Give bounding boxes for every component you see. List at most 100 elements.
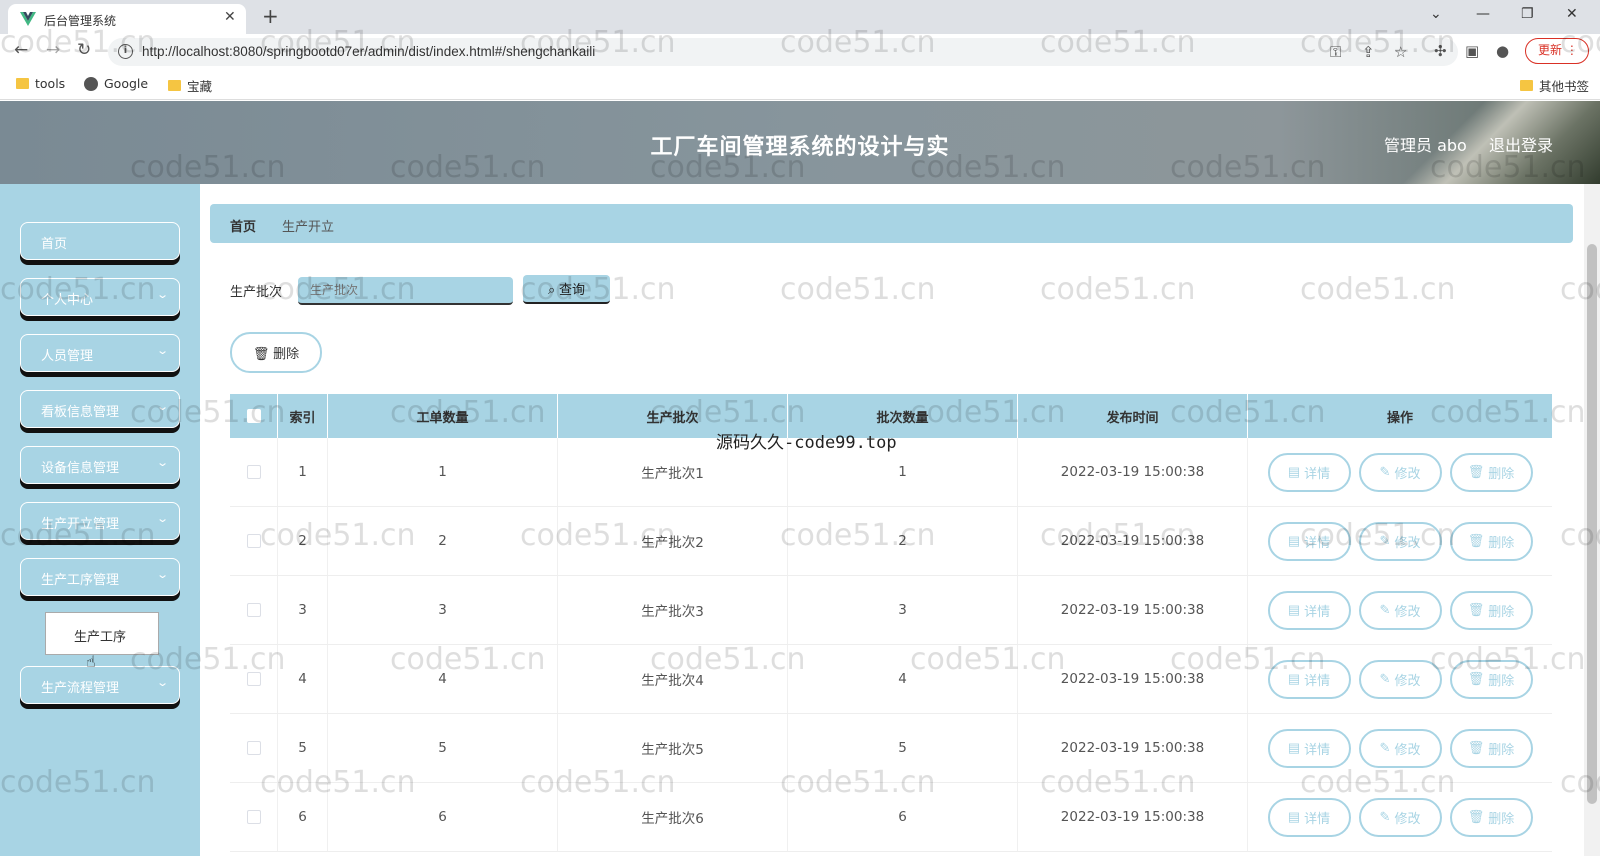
mouse-cursor-icon: ☝: [86, 652, 96, 671]
sidebar-item-equipment[interactable]: 设备信息管理 ⌄: [20, 446, 180, 484]
actions-cell: ▤ 详情 ✎ 修改 🗑 删除: [1248, 714, 1552, 782]
menu-label: 生产流程管理: [41, 681, 120, 696]
sidebar-item-process[interactable]: 生产工序管理 ⌄: [20, 558, 180, 596]
work-orders-cell: 5: [328, 714, 558, 782]
column-header: 操作: [1386, 410, 1413, 426]
restore-icon[interactable]: ❐: [1521, 6, 1534, 22]
extensions-icon[interactable]: ✣: [1434, 42, 1447, 60]
row-checkbox[interactable]: [246, 810, 261, 824]
row-checkbox[interactable]: [246, 465, 261, 479]
detail-button[interactable]: ▤ 详情: [1267, 797, 1351, 837]
reload-icon[interactable]: ↻: [77, 40, 91, 60]
tab-search-icon[interactable]: ⌄: [1430, 6, 1442, 22]
back-icon[interactable]: ←: [14, 40, 28, 60]
forward-icon[interactable]: →: [46, 40, 60, 60]
row-delete-button[interactable]: 🗑 删除: [1449, 728, 1533, 768]
bookmark-tools[interactable]: tools: [16, 76, 65, 91]
row-delete-button[interactable]: 🗑 删除: [1449, 797, 1533, 837]
menu-label: 首页: [41, 237, 68, 252]
batch-cell: 生产批次6: [558, 783, 788, 851]
pencil-icon: ✎: [1379, 533, 1391, 548]
chevron-down-icon: ⌄: [155, 344, 169, 357]
edit-button[interactable]: ✎ 修改: [1358, 797, 1442, 837]
update-button[interactable]: 更新 ⋮: [1525, 38, 1589, 64]
row-delete-button[interactable]: 🗑 删除: [1449, 590, 1533, 630]
share-icon[interactable]: ⇪: [1362, 43, 1375, 61]
address-bar[interactable]: i http://localhost:8080/springbootd07er/…: [108, 38, 1458, 66]
delete-button-label: 删除: [273, 346, 300, 361]
sidebar-item-flow[interactable]: 生产流程管理 ⌄: [20, 666, 180, 704]
logout-link[interactable]: 退出登录: [1489, 132, 1553, 156]
detail-label: 详情: [1304, 603, 1331, 619]
other-bookmarks[interactable]: 其他书签: [1520, 76, 1589, 95]
breadcrumb-home[interactable]: 首页: [230, 216, 256, 235]
detail-label: 详情: [1304, 810, 1331, 826]
sidebar-item-production-open[interactable]: 生产开立管理 ⌄: [20, 502, 180, 540]
row-checkbox[interactable]: [246, 741, 261, 755]
new-tab-icon[interactable]: +: [262, 4, 279, 28]
url-text[interactable]: http://localhost:8080/springbootd07er/ad…: [142, 44, 595, 59]
index-cell: 2: [278, 507, 328, 575]
row-select-cell: [230, 714, 278, 782]
browser-tab-bar: 后台管理系统 ✕ + ⌄ — ❐ ✕: [0, 0, 1600, 34]
publish-time-cell: 2022-03-19 15:00:38: [1018, 714, 1248, 782]
breadcrumb: 首页 生产开立: [210, 204, 1573, 243]
edit-button[interactable]: ✎ 修改: [1358, 659, 1442, 699]
close-window-icon[interactable]: ✕: [1566, 6, 1578, 22]
row-checkbox[interactable]: [246, 603, 261, 617]
tab-close-icon[interactable]: ✕: [224, 9, 236, 25]
row-checkbox[interactable]: [246, 672, 261, 686]
sidebar-item-home[interactable]: 首页: [20, 222, 180, 260]
search-button[interactable]: ⌕ 查询: [523, 275, 610, 304]
detail-button[interactable]: ▤ 详情: [1267, 728, 1351, 768]
batch-delete-button[interactable]: 🗑 删除: [230, 332, 322, 373]
sidebar-item-personnel[interactable]: 人员管理 ⌄: [20, 334, 180, 372]
row-delete-button[interactable]: 🗑 删除: [1449, 659, 1533, 699]
detail-button[interactable]: ▤ 详情: [1267, 452, 1351, 492]
key-icon[interactable]: ⚿: [1330, 43, 1341, 61]
batch-search-input[interactable]: [298, 277, 513, 305]
actions-cell: ▤ 详情 ✎ 修改 🗑 删除: [1248, 507, 1552, 575]
row-checkbox[interactable]: [246, 534, 261, 548]
submenu-process[interactable]: 生产工序: [45, 612, 159, 655]
page-scrollbar[interactable]: [1584, 184, 1600, 856]
row-select-cell: [230, 783, 278, 851]
sidebar-item-profile[interactable]: 个人中心 ⌄: [20, 278, 180, 316]
sidebar-item-kanban[interactable]: 看板信息管理 ⌄: [20, 390, 180, 428]
bookmark-google[interactable]: Google: [84, 76, 148, 91]
document-icon: ▤: [1287, 740, 1301, 755]
bookmark-star-icon[interactable]: ☆: [1394, 43, 1407, 61]
trash-icon: 🗑: [1467, 671, 1485, 686]
edit-button[interactable]: ✎ 修改: [1358, 452, 1442, 492]
row-delete-button[interactable]: 🗑 删除: [1449, 452, 1533, 492]
folder-icon: [168, 80, 181, 91]
detail-button[interactable]: ▤ 详情: [1267, 590, 1351, 630]
select-all-checkbox[interactable]: [246, 409, 261, 423]
index-cell: 1: [278, 438, 328, 506]
document-icon: ▤: [1287, 602, 1301, 617]
side-panel-icon[interactable]: ▣: [1465, 42, 1479, 60]
scroll-thumb[interactable]: [1587, 244, 1597, 804]
minimize-icon[interactable]: —: [1476, 6, 1490, 22]
row-delete-button[interactable]: 🗑 删除: [1449, 521, 1533, 561]
edit-label: 修改: [1394, 741, 1421, 757]
edit-button[interactable]: ✎ 修改: [1358, 590, 1442, 630]
edit-button[interactable]: ✎ 修改: [1358, 728, 1442, 768]
detail-button[interactable]: ▤ 详情: [1267, 659, 1351, 699]
browser-tab[interactable]: 后台管理系统 ✕: [8, 4, 246, 34]
chevron-down-icon: ⌄: [155, 456, 169, 469]
document-icon: ▤: [1287, 464, 1301, 479]
pencil-icon: ✎: [1379, 464, 1391, 479]
bookmark-label: 其他书签: [1539, 79, 1590, 94]
edit-button[interactable]: ✎ 修改: [1358, 521, 1442, 561]
batch-qty-cell: 6: [788, 783, 1018, 851]
detail-button[interactable]: ▤ 详情: [1267, 521, 1351, 561]
bookmark-treasure[interactable]: 宝藏: [168, 76, 212, 95]
menu-label: 个人中心: [41, 293, 94, 308]
work-orders-cell: 4: [328, 645, 558, 713]
profile-icon[interactable]: ●: [1496, 42, 1509, 60]
table-body: 1 1 生产批次1 1 2022-03-19 15:00:38 ▤ 详情 ✎ 修改 🗑 删除 …: [230, 438, 1552, 852]
detail-label: 详情: [1304, 534, 1331, 550]
actions-cell: ▤ 详情 ✎ 修改 🗑 删除: [1248, 576, 1552, 644]
site-info-icon[interactable]: i: [118, 44, 133, 59]
